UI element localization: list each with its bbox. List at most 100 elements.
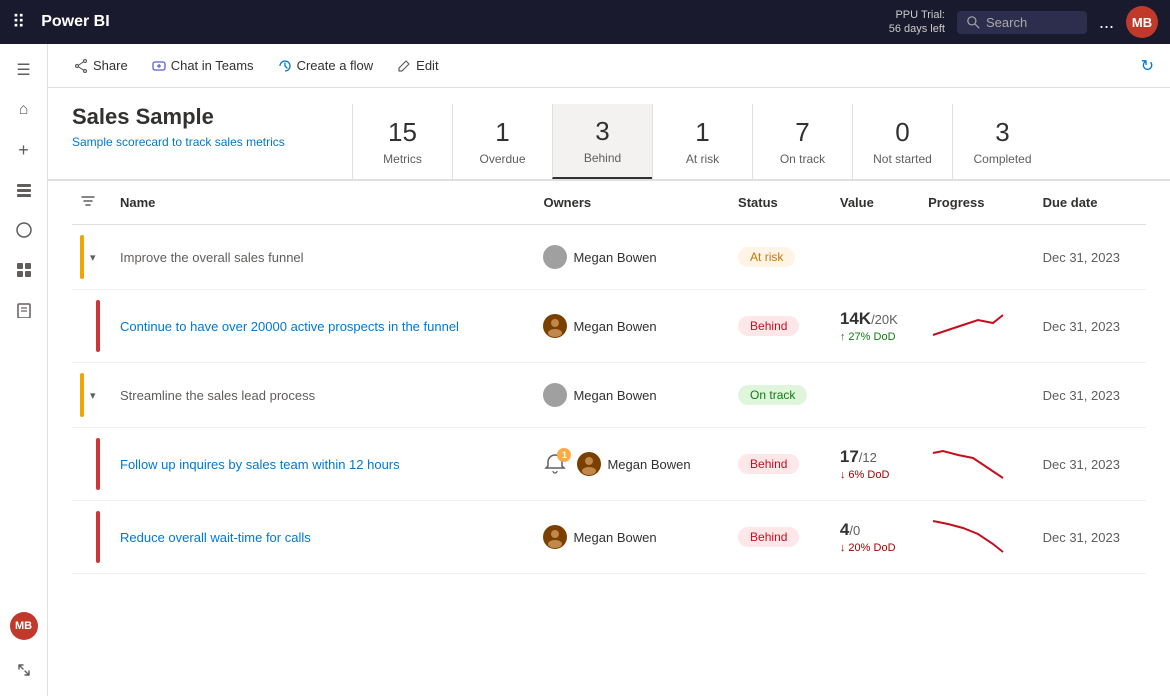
scorecard-subtitle: Sample scorecard to track sales metrics — [72, 134, 332, 151]
nav-expand-icon[interactable] — [6, 652, 42, 688]
row-name-cell: Reduce overall wait-time for calls — [112, 501, 535, 574]
row-expand-chevron[interactable]: ▾ — [90, 251, 96, 264]
owner-cell: Megan Bowen — [543, 245, 722, 269]
row-name[interactable]: Continue to have over 20000 active prosp… — [120, 319, 459, 334]
user-avatar[interactable]: MB — [1126, 6, 1158, 38]
dod-value: ↑ 27% DoD — [840, 331, 912, 343]
table-area: Name Owners Status Value Progress Due da… — [48, 181, 1170, 696]
table-row: Reduce overall wait-time for calls Megan… — [72, 501, 1146, 574]
row-status-cell: Behind — [730, 501, 832, 574]
owner-name: Megan Bowen — [573, 530, 656, 545]
row-value-cell: 4/0 ↓ 20% DoD — [832, 501, 920, 574]
metric-card-behind[interactable]: 3 Behind — [552, 104, 652, 179]
avatar-initials: MB — [1132, 15, 1152, 30]
row-value-cell — [832, 225, 920, 290]
row-value-cell: 14K/20K ↑ 27% DoD — [832, 290, 920, 363]
top-navigation: ⠿ Power BI PPU Trial: 56 days left Searc… — [0, 0, 1170, 44]
row-name[interactable]: Follow up inquires by sales team within … — [120, 457, 400, 472]
action-bar: Share Chat in Teams Create a flow Edit ↻ — [48, 44, 1170, 88]
row-name[interactable]: Streamline the sales lead process — [120, 388, 315, 403]
apps-icon[interactable]: ⠿ — [12, 12, 25, 33]
row-duedate-cell: Dec 31, 2023 — [1035, 290, 1146, 363]
share-label: Share — [93, 58, 128, 73]
col-status-header: Status — [730, 181, 832, 225]
metric-label-metrics: Metrics — [383, 152, 422, 166]
row-name[interactable]: Improve the overall sales funnel — [120, 250, 304, 265]
row-duedate-cell: Dec 31, 2023 — [1035, 225, 1146, 290]
row-name[interactable]: Reduce overall wait-time for calls — [120, 530, 311, 545]
search-label: Search — [986, 15, 1027, 30]
edit-label: Edit — [416, 58, 438, 73]
row-bar-cell — [72, 428, 112, 501]
status-badge: Behind — [738, 454, 799, 474]
teams-icon — [152, 59, 166, 73]
status-badge: Behind — [738, 527, 799, 547]
col-progress-header: Progress — [920, 181, 1035, 225]
row-status-cell: On track — [730, 363, 832, 428]
row-owners-cell: Megan Bowen — [535, 290, 730, 363]
row-expand-chevron[interactable]: ▾ — [90, 389, 96, 402]
nav-user-avatar[interactable]: MB — [6, 608, 42, 644]
col-filter[interactable] — [72, 181, 112, 225]
metric-num-overdue: 1 — [495, 117, 509, 148]
notification-badge: 1 — [557, 448, 571, 462]
row-progress-cell — [920, 501, 1035, 574]
metric-card-overdue[interactable]: 1 Overdue — [452, 104, 552, 179]
metric-label-behind: Behind — [584, 151, 621, 165]
progress-chart — [928, 443, 1008, 483]
value-display: 4/0 ↓ 20% DoD — [840, 520, 912, 554]
owner-name: Megan Bowen — [607, 457, 690, 472]
table-row: ▾ Streamline the sales lead process Mega… — [72, 363, 1146, 428]
owner-cell: Megan Bowen — [543, 525, 722, 549]
nav-menu-icon[interactable]: ☰ — [6, 52, 42, 88]
row-duedate-cell: Dec 31, 2023 — [1035, 428, 1146, 501]
more-options-button[interactable]: ... — [1099, 12, 1114, 33]
metric-num-at-risk: 1 — [695, 117, 709, 148]
share-button[interactable]: Share — [64, 52, 138, 79]
edit-button[interactable]: Edit — [387, 52, 448, 79]
edit-icon — [397, 59, 411, 73]
scorecard-header: Sales Sample Sample scorecard to track s… — [48, 88, 1170, 181]
nav-apps-icon[interactable] — [6, 212, 42, 248]
metric-num-not-started: 0 — [895, 117, 909, 148]
metric-card-completed[interactable]: 3 Completed — [952, 104, 1052, 179]
table-row: Follow up inquires by sales team within … — [72, 428, 1146, 501]
metric-card-at-risk[interactable]: 1 At risk — [652, 104, 752, 179]
create-flow-button[interactable]: Create a flow — [268, 52, 384, 79]
scorecard-title-section: Sales Sample Sample scorecard to track s… — [72, 104, 352, 179]
row-duedate-cell: Dec 31, 2023 — [1035, 363, 1146, 428]
row-duedate-cell: Dec 31, 2023 — [1035, 501, 1146, 574]
metric-card-metrics[interactable]: 15 Metrics — [352, 104, 452, 179]
owner-cell: 1 Megan Bowen — [543, 452, 722, 476]
metric-card-not-started[interactable]: 0 Not started — [852, 104, 952, 179]
owner-cell: Megan Bowen — [543, 383, 722, 407]
nav-home-icon[interactable]: ⌂ — [6, 92, 42, 128]
row-indicator-bar — [96, 438, 100, 490]
row-indicator-bar — [80, 235, 84, 279]
row-owners-cell: Megan Bowen — [535, 501, 730, 574]
metric-card-on-track[interactable]: 7 On track — [752, 104, 852, 179]
nav-browse-icon[interactable] — [6, 172, 42, 208]
owner-cell: Megan Bowen — [543, 314, 722, 338]
nav-scorecard-icon[interactable] — [6, 252, 42, 288]
metric-num-on-track: 7 — [795, 117, 809, 148]
nav-learn-icon[interactable] — [6, 292, 42, 328]
col-owners-header: Owners — [535, 181, 730, 225]
status-badge: Behind — [738, 316, 799, 336]
col-value-header: Value — [832, 181, 920, 225]
chat-in-teams-button[interactable]: Chat in Teams — [142, 52, 264, 79]
search-box[interactable]: Search — [957, 11, 1087, 34]
metric-label-on-track: On track — [780, 152, 825, 166]
nav-avatar[interactable]: MB — [10, 612, 38, 640]
row-indicator-bar — [96, 300, 100, 352]
owner-name: Megan Bowen — [573, 250, 656, 265]
notification-wrapper: 1 — [543, 452, 567, 476]
progress-chart — [928, 305, 1008, 345]
refresh-icon[interactable]: ↻ — [1141, 56, 1154, 76]
row-name-cell: Improve the overall sales funnel — [112, 225, 535, 290]
nav-create-icon[interactable]: + — [6, 132, 42, 168]
owner-avatar — [577, 452, 601, 476]
chat-label: Chat in Teams — [171, 58, 254, 73]
metric-num-metrics: 15 — [388, 117, 417, 148]
table-row: ▾ Improve the overall sales funnel Megan… — [72, 225, 1146, 290]
